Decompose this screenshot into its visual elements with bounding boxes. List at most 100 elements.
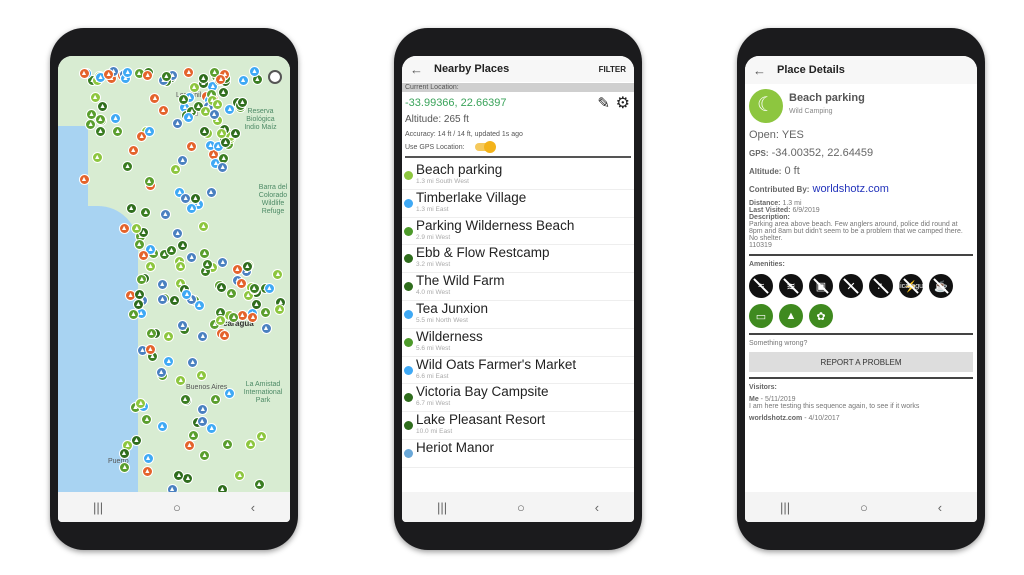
map-marker[interactable]: ▲ xyxy=(110,113,122,125)
home-button[interactable]: ○ xyxy=(173,500,181,515)
map-marker[interactable]: ▲ xyxy=(186,251,198,263)
map-marker[interactable]: ▲ xyxy=(78,68,90,80)
map-marker[interactable]: ▲ xyxy=(248,283,260,295)
map-marker[interactable]: ▲ xyxy=(175,261,187,273)
list-item[interactable]: Lake Pleasant Resort 10.0 mi East xyxy=(402,412,634,440)
map-marker[interactable]: ▲ xyxy=(163,330,175,342)
map-marker[interactable]: ▲ xyxy=(118,447,130,459)
map-marker[interactable]: ▲ xyxy=(132,298,144,310)
map-marker[interactable]: ▲ xyxy=(170,164,182,176)
list-item[interactable]: The Wild Farm 4.0 mi West xyxy=(402,273,634,301)
map-marker[interactable]: ▲ xyxy=(197,73,209,85)
map-marker[interactable]: ▲ xyxy=(245,439,257,451)
map-marker[interactable]: ▲ xyxy=(198,125,210,137)
map-marker[interactable]: ▲ xyxy=(125,203,137,215)
map-marker[interactable]: ▲ xyxy=(172,118,184,130)
map-marker[interactable]: ▲ xyxy=(188,81,200,93)
map-marker[interactable]: ▲ xyxy=(248,66,260,78)
back-button[interactable]: ‹ xyxy=(938,500,942,515)
back-arrow-icon[interactable]: ← xyxy=(753,63,777,78)
map-marker[interactable]: ▲ xyxy=(130,435,142,447)
map-marker[interactable]: ▲ xyxy=(214,314,226,326)
map-marker[interactable]: ▲ xyxy=(186,203,198,215)
list-item[interactable]: Parking Wilderness Beach 2.9 mi West xyxy=(402,218,634,246)
map-marker[interactable]: ▲ xyxy=(187,357,199,369)
map-marker[interactable]: ▲ xyxy=(272,269,284,281)
map-marker[interactable]: ▲ xyxy=(140,207,152,219)
map-marker[interactable]: ▲ xyxy=(156,278,168,290)
map-marker[interactable]: ▲ xyxy=(260,322,272,334)
list-item[interactable]: Tea Junxion 5.5 mi North West xyxy=(402,301,634,329)
map-marker[interactable]: ▲ xyxy=(169,294,181,306)
list-item[interactable]: Ebb & Flow Restcamp 3.2 mi West xyxy=(402,245,634,274)
map-marker[interactable]: ▲ xyxy=(183,67,195,79)
map-marker[interactable]: ▲ xyxy=(155,367,167,379)
map-marker[interactable]: ▲ xyxy=(159,208,171,220)
edit-pencil-icon[interactable]: ✎ xyxy=(597,94,610,112)
map-marker[interactable]: ▲ xyxy=(156,293,168,305)
map-marker[interactable]: ▲ xyxy=(230,128,242,140)
recent-apps-button[interactable]: ||| xyxy=(93,500,103,515)
map-view[interactable]: Reserva Biológica Indio Maíz Barra del C… xyxy=(58,56,290,492)
map-marker[interactable]: ▲ xyxy=(255,430,267,442)
map-marker[interactable]: ▲ xyxy=(89,92,101,104)
map-marker[interactable]: ▲ xyxy=(94,113,106,125)
map-marker[interactable]: ▲ xyxy=(219,329,231,341)
map-marker[interactable]: ▲ xyxy=(97,100,109,112)
report-problem-button[interactable]: REPORT A PROBLEM xyxy=(749,352,973,372)
map-marker[interactable]: ▲ xyxy=(235,277,247,289)
map-marker[interactable]: ▲ xyxy=(253,478,265,490)
map-marker[interactable]: ▲ xyxy=(141,413,153,425)
map-marker[interactable]: ▲ xyxy=(157,105,169,117)
recent-apps-button[interactable]: ||| xyxy=(780,500,790,515)
map-marker[interactable]: ▲ xyxy=(78,174,90,186)
filter-button[interactable]: FILTER xyxy=(599,65,626,74)
map-marker[interactable]: ▲ xyxy=(172,228,184,240)
map-marker[interactable]: ▲ xyxy=(217,257,229,269)
home-button[interactable]: ○ xyxy=(860,500,868,515)
list-item[interactable]: Heriot Manor xyxy=(402,440,634,468)
map-marker[interactable]: ▲ xyxy=(143,125,155,137)
map-marker[interactable]: ▲ xyxy=(183,439,195,451)
map-marker[interactable]: ▲ xyxy=(149,93,161,105)
back-button[interactable]: ‹ xyxy=(595,500,599,515)
map-marker[interactable]: ▲ xyxy=(143,176,155,187)
list-item[interactable]: Beach parking 1.3 mi South West xyxy=(402,162,634,190)
map-marker[interactable]: ▲ xyxy=(223,388,235,400)
map-marker[interactable]: ▲ xyxy=(237,75,249,87)
map-marker[interactable]: ▲ xyxy=(237,97,249,109)
map-marker[interactable]: ▲ xyxy=(160,71,172,83)
map-marker[interactable]: ▲ xyxy=(225,288,237,300)
list-item[interactable]: Wilderness 5.6 mi West xyxy=(402,329,634,357)
gear-icon[interactable]: ⚙ xyxy=(616,93,630,113)
contributor-link[interactable]: worldshotz.com xyxy=(813,183,889,195)
map-marker[interactable]: ▲ xyxy=(112,125,124,137)
map-marker[interactable]: ▲ xyxy=(144,260,156,272)
map-marker[interactable]: ▲ xyxy=(217,162,229,174)
use-gps-toggle[interactable] xyxy=(474,141,496,153)
map-marker[interactable]: ▲ xyxy=(175,375,187,387)
map-marker[interactable]: ▲ xyxy=(183,111,195,123)
map-marker[interactable]: ▲ xyxy=(122,160,134,172)
map-marker[interactable]: ▲ xyxy=(156,421,168,433)
map-marker[interactable]: ▲ xyxy=(179,393,191,405)
map-marker[interactable]: ▲ xyxy=(206,423,218,435)
list-item[interactable]: Victoria Bay Campsite 6.7 mi West xyxy=(402,384,634,413)
map-marker[interactable]: ▲ xyxy=(197,404,209,416)
map-marker[interactable]: ▲ xyxy=(197,331,209,343)
map-marker[interactable]: ▲ xyxy=(182,472,194,484)
map-marker[interactable]: ▲ xyxy=(138,249,150,261)
map-marker[interactable]: ▲ xyxy=(119,461,131,473)
map-marker[interactable]: ▲ xyxy=(142,453,154,465)
map-marker[interactable]: ▲ xyxy=(199,248,211,260)
map-marker[interactable]: ▲ xyxy=(177,239,189,251)
map-marker[interactable]: ▲ xyxy=(177,319,189,331)
home-button[interactable]: ○ xyxy=(517,500,525,515)
list-item[interactable]: Wild Oats Farmer's Market 6.6 mi East xyxy=(402,357,634,385)
list-item[interactable]: Timberlake Village 1.3 mi East xyxy=(402,190,634,218)
map-marker[interactable]: ▲ xyxy=(222,438,234,450)
map-marker[interactable]: ▲ xyxy=(274,303,286,315)
map-marker[interactable]: ▲ xyxy=(177,155,189,167)
map-marker[interactable]: ▲ xyxy=(199,450,211,462)
map-marker[interactable]: ▲ xyxy=(163,355,175,367)
